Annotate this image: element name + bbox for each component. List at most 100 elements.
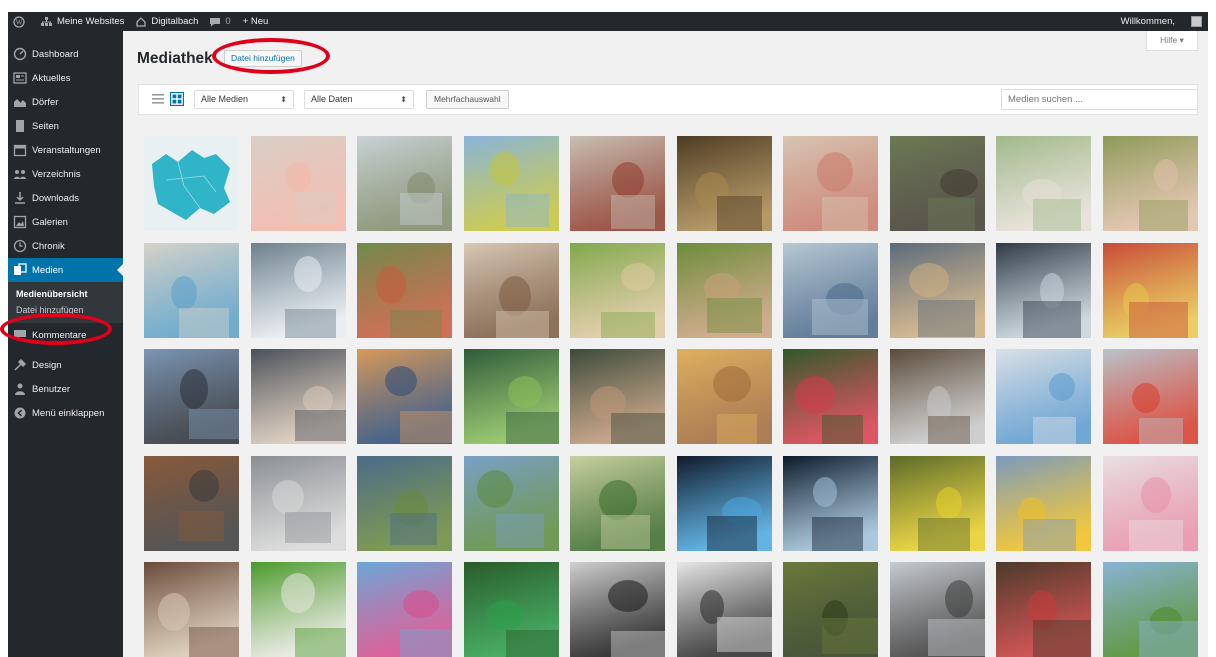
media-thumbnail[interactable] <box>783 455 878 551</box>
my-sites-menu[interactable]: Meine Websites <box>35 12 130 31</box>
gallery-icon <box>13 215 27 229</box>
sidebar-item-design[interactable]: Design <box>8 353 123 377</box>
villages-icon <box>13 95 27 109</box>
submenu-media-library[interactable]: Medienübersicht <box>8 286 123 302</box>
media-thumbnail[interactable] <box>570 242 665 338</box>
sidebar-item-pages[interactable]: Seiten <box>8 114 123 138</box>
list-view-icon[interactable] <box>151 92 165 106</box>
media-thumbnail[interactable] <box>996 242 1091 338</box>
select-arrows-icon: ⬍ <box>280 95 287 104</box>
media-thumbnail[interactable] <box>250 242 346 338</box>
media-thumbnail[interactable] <box>144 242 239 338</box>
sidebar-item-collapse[interactable]: Menü einklappen <box>8 401 123 425</box>
media-thumbnail[interactable] <box>463 455 559 551</box>
sidebar-item-label: Verzeichnis <box>32 168 81 180</box>
sidebar-item-label: Menü einklappen <box>32 407 105 419</box>
sidebar-item-news[interactable]: Aktuelles <box>8 66 123 90</box>
media-thumbnail[interactable] <box>463 562 559 657</box>
comments-menu[interactable]: 0 <box>204 12 236 31</box>
wordpress-logo-icon[interactable]: W <box>8 12 35 31</box>
media-thumbnail[interactable] <box>570 349 665 444</box>
media-thumbnail[interactable] <box>1102 242 1198 338</box>
media-thumbnail[interactable] <box>1102 455 1198 551</box>
media-thumbnail[interactable] <box>357 455 452 551</box>
sidebar-item-directory[interactable]: Verzeichnis <box>8 162 123 186</box>
media-thumbnail[interactable] <box>996 349 1091 444</box>
media-thumbnail[interactable] <box>1102 136 1198 231</box>
media-thumbnail[interactable] <box>463 242 559 338</box>
media-thumbnail[interactable] <box>889 455 985 551</box>
media-thumbnail[interactable] <box>463 349 559 444</box>
media-thumbnail[interactable] <box>889 136 985 231</box>
directory-icon <box>13 167 27 181</box>
media-thumbnail[interactable] <box>570 136 665 231</box>
media-thumbnail[interactable] <box>144 136 239 231</box>
rubber-duck-thumbnail <box>996 455 1091 551</box>
submenu-add-new[interactable]: Datei hinzufügen <box>8 302 123 318</box>
sidebar-item-label: Benutzer <box>32 383 71 395</box>
media-thumbnail[interactable] <box>676 242 772 338</box>
welcome-text[interactable]: Willkommen, <box>1115 12 1181 31</box>
media-thumbnail[interactable] <box>889 562 985 657</box>
media-thumbnail[interactable] <box>996 562 1091 657</box>
media-thumbnail[interactable] <box>783 136 878 231</box>
new-content-menu[interactable]: + Neu <box>237 12 275 31</box>
media-type-filter[interactable]: Alle Medien ⬍ <box>194 90 294 109</box>
help-tab[interactable]: Hilfe ▾ <box>1146 31 1198 51</box>
pharmacy-tablet-thumbnail <box>144 242 239 338</box>
media-thumbnail[interactable] <box>889 349 985 444</box>
media-thumbnail[interactable] <box>570 562 665 657</box>
sidebar-item-media[interactable]: Medien <box>8 258 123 282</box>
media-thumbnail[interactable] <box>783 242 878 338</box>
sidebar-item-comments[interactable]: Kommentare <box>8 323 123 347</box>
date-filter[interactable]: Alle Daten ⬍ <box>304 90 414 109</box>
media-thumbnail[interactable] <box>676 136 772 231</box>
sidebar-item-label: Kommentare <box>32 329 87 341</box>
sidebar-item-dashboard[interactable]: Dashboard <box>8 42 123 66</box>
sidebar-item-users[interactable]: Benutzer <box>8 377 123 401</box>
media-thumbnail[interactable] <box>676 562 772 657</box>
media-thumbnail[interactable] <box>1102 349 1198 444</box>
media-thumbnail[interactable] <box>357 562 452 657</box>
media-thumbnail[interactable] <box>250 455 346 551</box>
avatar[interactable] <box>1191 16 1202 27</box>
media-thumbnail[interactable] <box>357 349 452 444</box>
media-thumbnail[interactable] <box>996 455 1091 551</box>
media-thumbnail[interactable] <box>889 242 985 338</box>
media-type-value: Alle Medien <box>201 94 249 104</box>
media-thumbnail[interactable] <box>783 562 878 657</box>
design-icon <box>13 358 27 372</box>
media-thumbnail[interactable] <box>1102 562 1198 657</box>
sidebar-item-calendar[interactable]: Veranstaltungen <box>8 138 123 162</box>
media-thumbnail[interactable] <box>250 349 346 444</box>
main-content: Hilfe ▾ Mediathek Datei hinzufügen Alle … <box>123 31 1208 657</box>
map-thumbnail <box>144 136 239 231</box>
grid-view-icon[interactable] <box>170 92 184 106</box>
bulk-select-button[interactable]: Mehrfachauswahl <box>426 90 509 109</box>
media-thumbnail[interactable] <box>463 136 559 231</box>
media-thumbnail[interactable] <box>676 455 772 551</box>
sidebar-item-gallery[interactable]: Galerien <box>8 210 123 234</box>
globe-network-thumbnail <box>783 455 878 551</box>
media-thumbnail[interactable] <box>357 136 452 231</box>
leaf-hand-thumbnail <box>463 349 559 444</box>
media-thumbnail[interactable] <box>357 242 452 338</box>
sidebar-item-download[interactable]: Downloads <box>8 186 123 210</box>
media-thumbnail[interactable] <box>250 562 346 657</box>
add-new-button[interactable]: Datei hinzufügen <box>224 50 302 67</box>
media-thumbnail[interactable] <box>144 562 239 657</box>
media-thumbnail[interactable] <box>570 455 665 551</box>
media-thumbnail[interactable] <box>144 455 239 551</box>
media-thumbnail[interactable] <box>996 136 1091 231</box>
boy-clarinet-thumbnail <box>889 349 985 444</box>
comment-bubble-icon <box>210 17 221 26</box>
media-thumbnail[interactable] <box>783 349 878 444</box>
media-thumbnail[interactable] <box>250 136 346 231</box>
media-search-input[interactable] <box>1001 89 1198 110</box>
media-thumbnail[interactable] <box>144 349 239 444</box>
sidebar-item-history[interactable]: Chronik <box>8 234 123 258</box>
app-frame: W Meine Websites Digitalbach 0 + Neu Wil… <box>0 0 1216 657</box>
site-name-menu[interactable]: Digitalbach <box>130 12 204 31</box>
media-thumbnail[interactable] <box>676 349 772 444</box>
sidebar-item-villages[interactable]: Dörfer <box>8 90 123 114</box>
